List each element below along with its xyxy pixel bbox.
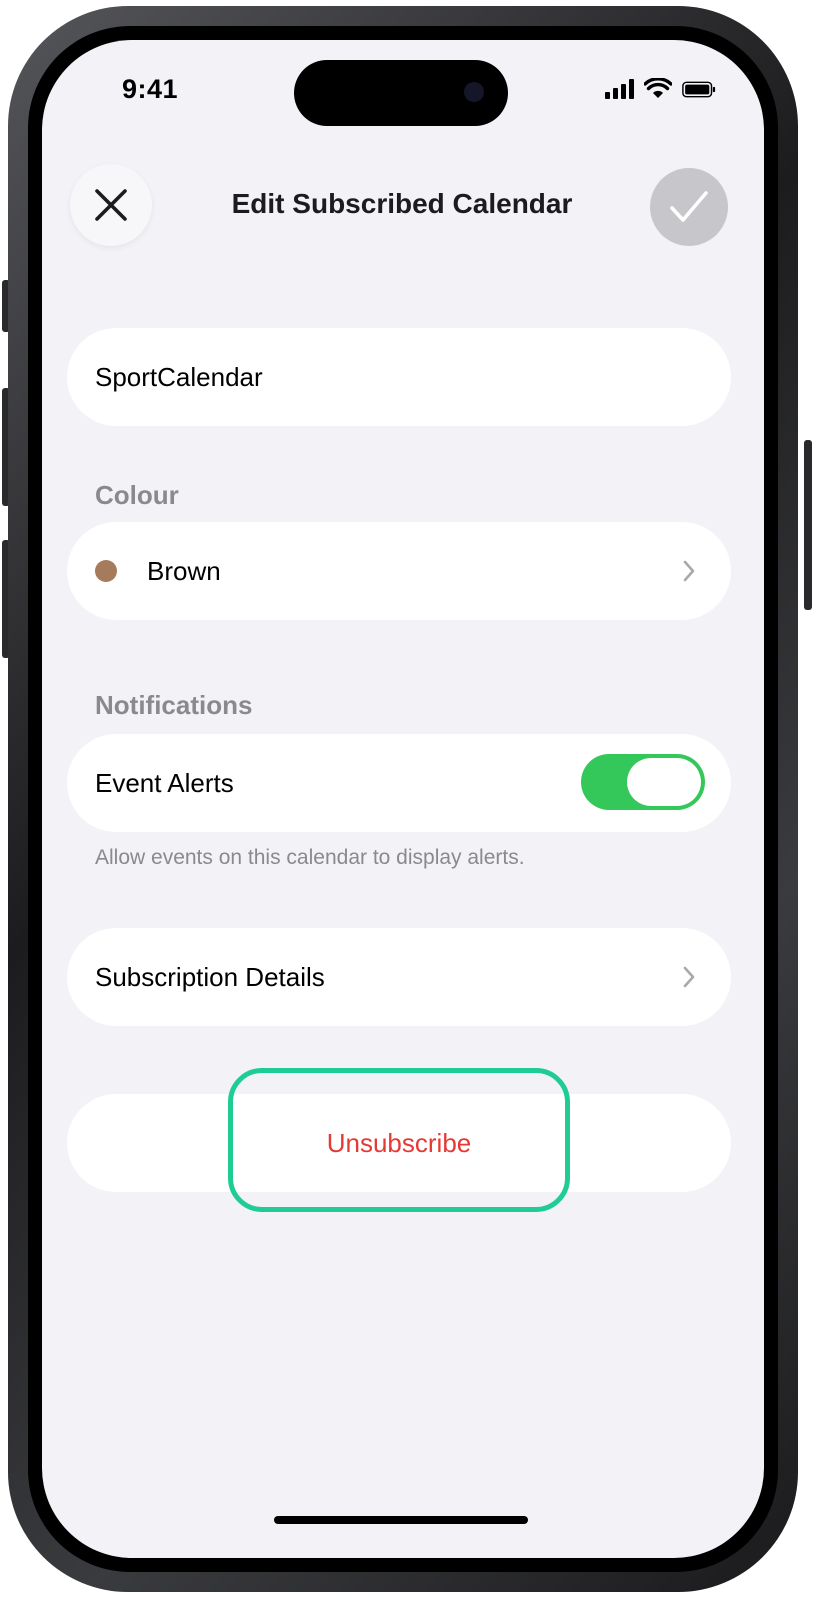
unsubscribe-label: Unsubscribe: [326, 1128, 472, 1158]
event-alerts-label: Event Alerts: [95, 768, 234, 798]
wifi-icon: [644, 78, 672, 98]
checkmark-icon: [670, 191, 708, 222]
status-icons: [605, 78, 716, 100]
status-time: 9:41: [122, 74, 179, 104]
front-camera: [464, 82, 484, 102]
colour-swatch: [95, 560, 117, 582]
close-icon: [95, 189, 127, 221]
chevron-right-icon: [683, 560, 695, 582]
phone-frame: 9:41 Edit Subscribed Calendar SportCalen…: [8, 6, 798, 1592]
phone-bezel: 9:41 Edit Subscribed Calendar SportCalen…: [28, 26, 778, 1572]
unsubscribe-button[interactable]: Unsubscribe: [67, 1094, 731, 1192]
dynamic-island: [294, 60, 508, 126]
page: 9:41 Edit Subscribed Calendar SportCalen…: [0, 0, 814, 1602]
colour-value: Brown: [147, 556, 221, 586]
power-button: [804, 440, 812, 610]
colour-section-label: Colour: [95, 480, 179, 510]
subscription-details-row[interactable]: Subscription Details: [67, 928, 731, 1026]
page-title: Edit Subscribed Calendar: [231, 188, 573, 219]
event-alerts-toggle[interactable]: [581, 754, 705, 810]
calendar-name-value: SportCalendar: [95, 362, 263, 392]
calendar-name-field[interactable]: SportCalendar: [67, 328, 731, 426]
toggle-knob: [627, 758, 701, 806]
notifications-section-label: Notifications: [95, 690, 253, 720]
event-alerts-row: Event Alerts: [67, 734, 731, 832]
home-indicator[interactable]: [274, 1516, 528, 1524]
close-button[interactable]: [70, 164, 152, 246]
subscription-details-label: Subscription Details: [95, 962, 325, 992]
event-alerts-footnote: Allow events on this calendar to display…: [95, 846, 525, 869]
colour-picker-row[interactable]: Brown: [67, 522, 731, 620]
done-button[interactable]: [650, 168, 728, 246]
battery-icon: [682, 81, 716, 97]
screen: 9:41 Edit Subscribed Calendar SportCalen…: [42, 40, 764, 1558]
signal-icon: [605, 79, 634, 99]
chevron-right-icon: [683, 966, 695, 988]
